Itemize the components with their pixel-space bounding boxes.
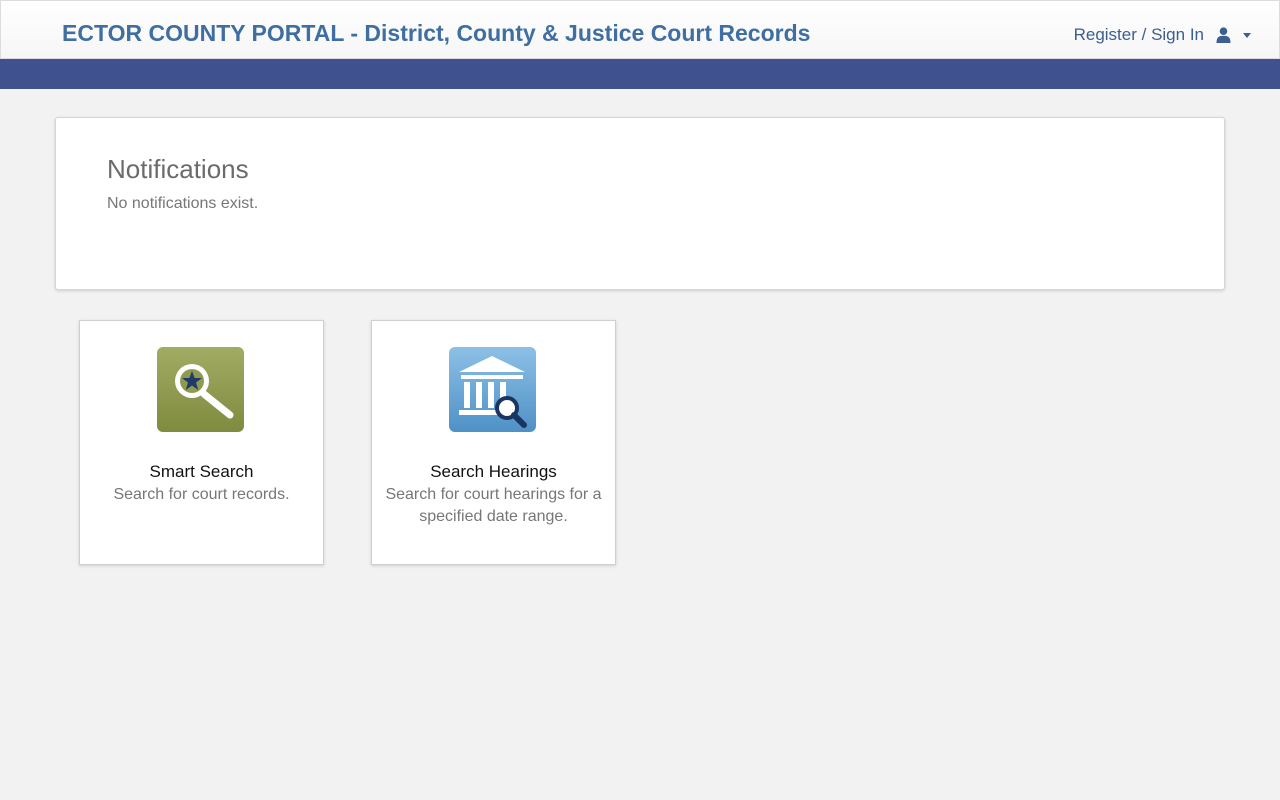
smart-search-icon	[157, 347, 244, 432]
notifications-heading: Notifications	[107, 154, 249, 184]
notifications-message: No notifications exist.	[107, 195, 259, 212]
smart-search-description: Search for court records.	[113, 486, 290, 503]
portal-title[interactable]: ECTOR COUNTY PORTAL - District, County &…	[62, 20, 810, 47]
page-header: ECTOR COUNTY PORTAL - District, County &…	[0, 0, 1280, 59]
nav-bar	[0, 59, 1280, 89]
search-hearings-description: Search for court hearings for a specifie…	[385, 486, 602, 525]
user-icon	[1216, 27, 1231, 43]
signin-label[interactable]: Register / Sign In	[1074, 25, 1204, 45]
register-signin-menu[interactable]: Register / Sign In	[1074, 25, 1251, 45]
notifications-panel: Notifications No notifications exist.	[55, 117, 1225, 290]
smart-search-title[interactable]: Smart Search	[80, 462, 323, 482]
caret-down-icon[interactable]	[1243, 32, 1251, 38]
courthouse-search-icon	[449, 347, 536, 432]
smart-search-tile[interactable]: Smart Search Search for court records.	[79, 320, 324, 565]
search-hearings-title[interactable]: Search Hearings	[372, 462, 615, 482]
search-hearings-tile[interactable]: Search Hearings Search for court hearing…	[371, 320, 616, 565]
